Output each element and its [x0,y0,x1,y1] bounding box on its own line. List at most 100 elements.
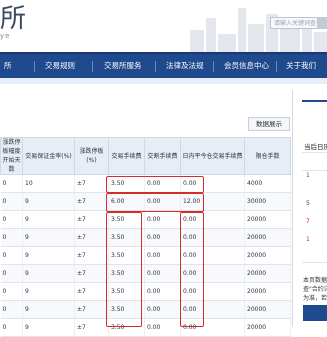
table-row: 0 9 ±7 3.50 0.00 0.00 20000 [0,210,291,229]
table-cell: 0.00 [180,228,245,247]
table-cell: 12.00 [180,192,245,211]
calendar-day[interactable]: 7 [306,218,310,225]
table-cell: ±7 [74,318,109,337]
nav-separator [276,61,277,72]
table-cell: 9 [22,192,75,211]
site-logo[interactable]: 所 [0,6,26,32]
table-cell: 3.50 [108,228,145,247]
nav-item-0[interactable]: 所 [4,54,12,78]
table-cell: 20000 [244,318,291,337]
table-cell: 6.00 [108,192,145,211]
table-cell: 0.00 [144,264,181,283]
table-cell: 3.50 [108,210,145,229]
table-header-row: 涨跌停板幅度开始天数 交易保证金率(%) 涨跌停板(%) 交易手续费 交割手续费… [0,137,291,175]
table-cell: 0 [0,300,23,319]
table-cell: ±7 [74,300,109,319]
table-row: 0 9 ±7 3.50 0.00 0.00 20000 [0,246,291,265]
divider [302,152,327,153]
table-cell: 9 [22,228,75,247]
table-cell: 20000 [244,282,291,301]
sidebar-note-line: 查"合约详情" [303,286,327,293]
divider [302,262,327,263]
column-header: 限仓手数 [244,137,291,175]
table-cell: ±7 [74,282,109,301]
table-cell: 9 [22,264,75,283]
table-cell: 0.00 [144,282,181,301]
column-header: 日内平今仓交易手续费 [180,137,245,175]
table-cell: 0.00 [180,210,245,229]
table-cell: 0.00 [180,300,245,319]
table-cell: 0 [0,264,23,283]
column-header: 涨跌停板幅度开始天数 [0,137,23,175]
table-cell: 0 [0,246,23,265]
table-cell: 30000 [244,192,291,211]
table-cell: 3.50 [108,282,145,301]
sidebar-note: 本页数据仅供 查"合约详情" 为准，若 [303,276,327,303]
table-cell: 20000 [244,300,291,319]
table-row: 0 9 ±7 6.00 0.00 12.00 30000 [0,192,291,211]
table-cell: 0.00 [144,174,181,193]
table-cell: 0.00 [180,318,245,337]
table-cell: 0.00 [144,300,181,319]
table-cell: 20000 [244,228,291,247]
table-cell: 9 [22,282,75,301]
table-cell: 0.00 [180,246,245,265]
table-cell: 20000 [244,264,291,283]
table-cell: 3.50 [108,246,145,265]
calendar-day[interactable]: 1 [306,236,310,243]
table-cell: 0 [0,174,23,193]
nav-item-members[interactable]: 会员信息中心 [224,54,269,78]
sidebar-note-line: 为准，若 [303,295,327,302]
table-cell: 3.50 [108,174,145,193]
table-cell: 0.00 [144,228,181,247]
table-row: 0 10 ±7 3.50 0.00 0.00 4000 [0,174,291,193]
calendar-day[interactable]: 5 [306,200,310,207]
table-cell: 0 [0,228,23,247]
table-cell: 0 [0,318,23,337]
table-cell: 0.00 [144,246,181,265]
table-cell: 20000 [244,210,291,229]
table-cell: 9 [22,246,75,265]
search-input[interactable]: 请输入关键词查询 [270,17,318,29]
table-cell: 3.50 [108,264,145,283]
column-header: 交割手续费 [144,137,181,175]
table-cell: 0.00 [144,318,181,337]
table-row: 0 9 ±7 3.50 0.00 0.00 20000 [0,264,291,283]
table-cell: 20000 [244,246,291,265]
nav-item-info[interactable]: 关于我们 [286,54,316,78]
table-row: 0 9 ±7 3.50 0.00 0.00 20000 [0,282,291,301]
subheader-strip [0,78,327,84]
main-nav: 所 交易规则 交易所服务 法律及法规 会员信息中心 关于我们 [0,52,327,78]
table-cell: ±7 [74,228,109,247]
nav-item-services[interactable]: 交易所服务 [104,54,142,78]
table-cell: 0.00 [144,210,181,229]
contract-params-table: 涨跌停板幅度开始天数 交易保证金率(%) 涨跌停板(%) 交易手续费 交割手续费… [0,137,291,337]
column-header: 交易手续费 [108,137,145,175]
nav-separator [34,61,35,72]
nav-item-laws[interactable]: 法律及法规 [166,54,204,78]
table-cell: 0.00 [144,192,181,211]
data-display-button[interactable]: 数据展示 [248,117,290,131]
table-cell: ±7 [74,264,109,283]
sidebar-title: 当后日历 [304,143,327,151]
nav-item-rules[interactable]: 交易规则 [45,54,75,78]
sidebar-more-button[interactable] [303,305,327,321]
table-cell: 4000 [244,174,291,193]
calendar-day[interactable]: 1 [306,172,310,179]
table-cell: 3.50 [108,318,145,337]
sidebar-note-line: 本页数据仅供 [303,277,327,284]
site-header: 所 ye 请输入关键词查询 [0,0,327,52]
table-cell: 0.00 [180,282,245,301]
nav-separator [213,61,214,72]
table-cell: 9 [22,300,75,319]
sidebar-accent-bar [302,100,327,102]
table-row: 0 9 ±7 3.50 0.00 0.00 20000 [0,318,291,337]
table-cell: 0 [0,192,23,211]
table-cell: ±7 [74,192,109,211]
table-cell: 0 [0,210,23,229]
table-cell: 9 [22,318,75,337]
table-cell: 10 [22,174,75,193]
table-cell: ±7 [74,246,109,265]
table-cell: ±7 [74,210,109,229]
search-button[interactable] [317,17,327,29]
